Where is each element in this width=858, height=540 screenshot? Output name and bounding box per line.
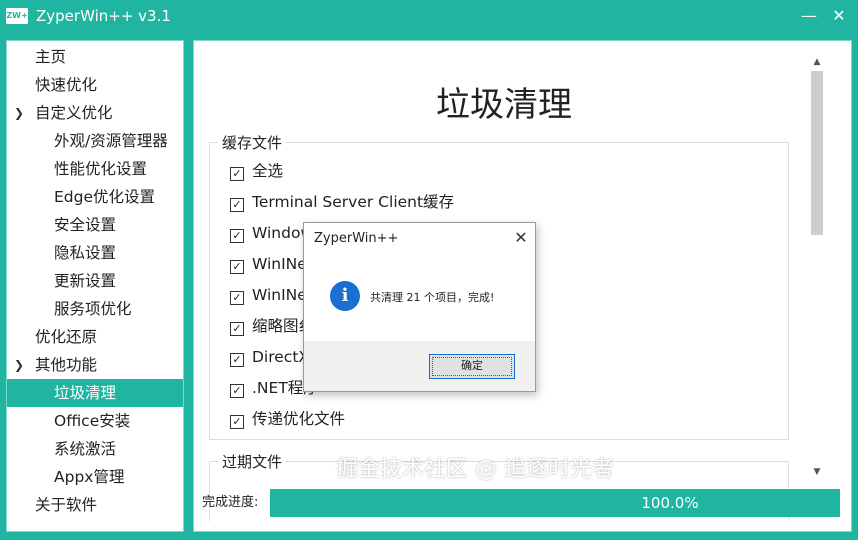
sidebar-item-label: 主页 [35, 48, 67, 66]
scroll-up-icon[interactable]: ▲ [809, 55, 825, 69]
message-dialog: ZyperWin++ ✕ i 共清理 21 个项目，完成! 确定 [303, 222, 536, 392]
sidebar-item-label: 外观/资源管理器 [54, 132, 168, 150]
app-icon: ZW+ [6, 8, 28, 24]
sidebar-item-label: 快速优化 [35, 76, 98, 94]
sidebar-item-label: 垃圾清理 [54, 384, 117, 402]
title-bar: ZW+ ZyperWin++ v3.1 — ✕ [0, 0, 858, 34]
info-icon: i [330, 281, 360, 311]
close-icon[interactable]: ✕ [510, 227, 532, 249]
progress-bar: 100.0% [270, 489, 840, 517]
sidebar-item-label: 性能优化设置 [54, 160, 148, 178]
check-icon[interactable]: ✓ [230, 353, 244, 367]
group-title: 缓存文件 [218, 132, 287, 153]
watermark: 掘金技术社区 @ 追逐时光者 [336, 457, 614, 482]
sidebar-item-junk-clean[interactable]: 垃圾清理 [7, 379, 183, 407]
sidebar-item-other-features[interactable]: ❯ 其他功能 [7, 351, 183, 379]
sidebar-item-label: 服务项优化 [54, 300, 132, 318]
sidebar-item-label: 系统激活 [54, 440, 117, 458]
check-icon[interactable]: ✓ [230, 260, 244, 274]
sidebar-item-label: 其他功能 [35, 356, 98, 374]
window-title: ZyperWin++ v3.1 [36, 7, 171, 25]
dialog-footer: 确定 [304, 341, 535, 391]
sidebar-item-label: 更新设置 [54, 272, 117, 290]
check-icon[interactable]: ✓ [230, 415, 244, 429]
sidebar-item-label: 自定义优化 [35, 104, 113, 122]
sidebar-item-appx[interactable]: Appx管理 [7, 463, 183, 491]
checkbox-select-all[interactable]: ✓ 全选 [230, 159, 283, 183]
sidebar-item-label: 优化还原 [35, 328, 98, 346]
sidebar: 主页 快速优化 ❯ 自定义优化 外观/资源管理器 性能优化设置 Edge优化设置 … [6, 40, 184, 532]
sidebar-item-label: Office安装 [54, 412, 131, 430]
sidebar-item-privacy[interactable]: 隐私设置 [7, 239, 183, 267]
scroll-thumb[interactable] [811, 71, 823, 235]
sidebar-item-custom-optimize[interactable]: ❯ 自定义优化 [7, 99, 183, 127]
progress-label: 完成进度: [202, 495, 259, 510]
checkbox-label: DirectX [252, 348, 310, 366]
checkbox-thumbnail-cache[interactable]: ✓ 缩略图纟 [230, 314, 314, 338]
sidebar-item-edge[interactable]: Edge优化设置 [7, 183, 183, 211]
checkbox-wininet-cache-2[interactable]: ✓ WinINe [230, 283, 307, 307]
chevron-down-icon[interactable]: ❯ [14, 99, 24, 127]
minimize-button[interactable]: — [796, 4, 822, 28]
sidebar-item-restore[interactable]: 优化还原 [7, 323, 183, 351]
close-window-button[interactable]: ✕ [826, 4, 852, 28]
checkbox-label: 传递优化文件 [252, 410, 346, 428]
sidebar-item-quick-optimize[interactable]: 快速优化 [7, 71, 183, 99]
check-icon[interactable]: ✓ [230, 384, 244, 398]
checkbox-windows-cache[interactable]: ✓ Window [230, 221, 313, 245]
checkbox-label: Terminal Server Client缓存 [252, 193, 455, 211]
checkbox-label: WinINe [252, 286, 307, 304]
sidebar-item-label: 关于软件 [35, 496, 98, 514]
sidebar-item-updates[interactable]: 更新设置 [7, 267, 183, 295]
sidebar-item-label: Appx管理 [54, 468, 125, 486]
checkbox-wininet-cache-1[interactable]: ✓ WinINe [230, 252, 307, 276]
page-title: 垃圾清理 [436, 85, 572, 125]
progress-text: 100.0% [641, 494, 699, 512]
ok-button[interactable]: 确定 [429, 354, 515, 379]
sidebar-item-label: 安全设置 [54, 216, 117, 234]
check-icon[interactable]: ✓ [230, 167, 244, 181]
checkbox-directx-cache[interactable]: ✓ DirectX [230, 345, 309, 369]
dialog-message: 共清理 21 个项目，完成! [370, 291, 495, 304]
vertical-scrollbar[interactable]: ▲ ▼ [809, 55, 825, 479]
sidebar-item-activation[interactable]: 系统激活 [7, 435, 183, 463]
dialog-title: ZyperWin++ [314, 231, 399, 246]
chevron-down-icon[interactable]: ❯ [14, 351, 24, 379]
check-icon[interactable]: ✓ [230, 322, 244, 336]
checkbox-label: WinINe [252, 255, 307, 273]
sidebar-item-services[interactable]: 服务项优化 [7, 295, 183, 323]
sidebar-item-about[interactable]: 关于软件 [7, 491, 183, 519]
group-title: 过期文件 [218, 451, 287, 472]
sidebar-item-security[interactable]: 安全设置 [7, 211, 183, 239]
sidebar-item-label: 隐私设置 [54, 244, 117, 262]
sidebar-item-home[interactable]: 主页 [7, 43, 183, 71]
sidebar-item-appearance[interactable]: 外观/资源管理器 [7, 127, 183, 155]
sidebar-item-office[interactable]: Office安装 [7, 407, 183, 435]
sidebar-item-label: Edge优化设置 [54, 188, 156, 206]
check-icon[interactable]: ✓ [230, 229, 244, 243]
checkbox-label: 全选 [252, 162, 284, 180]
sidebar-item-performance[interactable]: 性能优化设置 [7, 155, 183, 183]
checkbox-delivery-optimization[interactable]: ✓ 传递优化文件 [230, 407, 345, 431]
check-icon[interactable]: ✓ [230, 198, 244, 212]
check-icon[interactable]: ✓ [230, 291, 244, 305]
checkbox-terminal-server-cache[interactable]: ✓ Terminal Server Client缓存 [230, 190, 454, 214]
scroll-down-icon[interactable]: ▼ [809, 465, 825, 479]
